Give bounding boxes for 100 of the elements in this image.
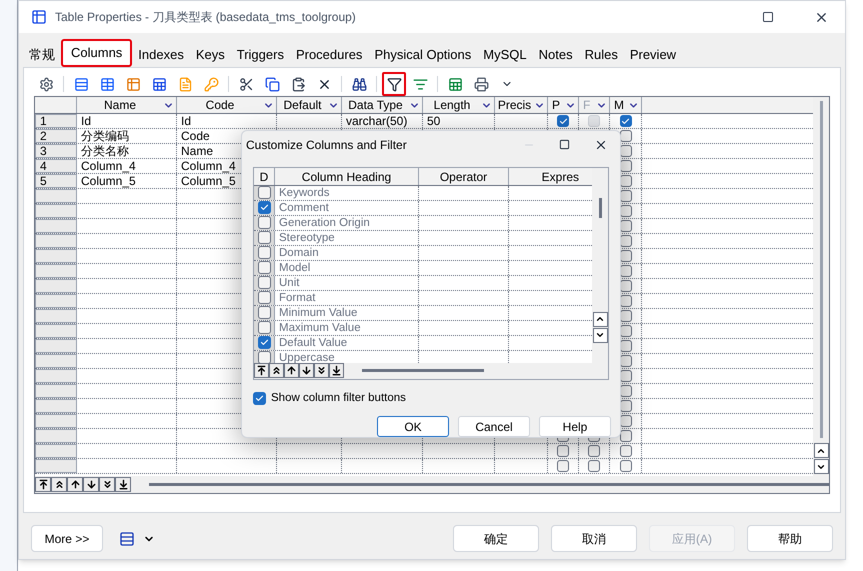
window-title: Table Properties - 刀具类型表 (basedata_tms_toolgroup) (55, 9, 357, 26)
move-bottom-icon (118, 479, 128, 490)
check-icon (621, 116, 630, 126)
find-icon (352, 76, 366, 92)
column-header[interactable]: Length (423, 97, 495, 113)
table-cell: Id (81, 114, 92, 128)
table-icon (152, 76, 166, 92)
table-cell: Column_4 (81, 159, 136, 173)
table-icon (100, 76, 114, 92)
scrollbar[interactable] (362, 369, 484, 372)
move-button[interactable] (115, 477, 131, 492)
checkbox[interactable] (258, 216, 270, 230)
column-header[interactable]: Data Type (342, 97, 423, 113)
row-header[interactable]: 1 (35, 114, 77, 128)
table-cell: Code (181, 129, 210, 143)
checkbox[interactable] (620, 130, 632, 142)
move-up-page-icon (54, 479, 64, 490)
checkbox[interactable] (258, 231, 270, 244)
checkbox[interactable] (557, 115, 569, 127)
dialog-button[interactable]: OK (377, 416, 449, 437)
table-cell: Format (279, 292, 316, 304)
scroll-down-button[interactable] (592, 328, 608, 343)
scroll-down-button[interactable] (814, 459, 828, 474)
check-icon (558, 116, 568, 126)
spreadsheet-icon (448, 76, 462, 92)
checkbox[interactable] (620, 460, 632, 472)
move-button[interactable] (314, 363, 329, 378)
move-button[interactable] (35, 477, 51, 492)
dialog-title: Customize Columns and Filter (246, 136, 408, 154)
move-up-icon (286, 365, 297, 376)
print-icon (474, 76, 488, 92)
layout-icon[interactable] (119, 530, 135, 546)
dialog-button[interactable]: Cancel (458, 416, 530, 437)
column-header[interactable]: Expres (509, 168, 579, 185)
checkbox[interactable] (258, 306, 270, 320)
move-button[interactable] (269, 363, 284, 378)
table-cell: 分类编码 (81, 129, 129, 143)
move-button[interactable] (99, 477, 115, 492)
dialog-button[interactable]: 确定 (453, 525, 539, 552)
table-cell: Minimum Value (279, 306, 358, 319)
column-header[interactable]: Code (177, 97, 277, 113)
row-header[interactable]: 4 (35, 159, 77, 173)
column-header[interactable]: D (254, 168, 275, 185)
more-button[interactable]: More >> (31, 525, 103, 552)
dialog-button[interactable]: 帮助 (747, 525, 833, 552)
checkbox[interactable] (588, 460, 600, 472)
checkbox[interactable] (258, 186, 270, 200)
checkbox[interactable] (258, 321, 270, 334)
move-button[interactable] (254, 363, 269, 378)
move-button[interactable] (284, 363, 299, 378)
checkbox[interactable] (557, 445, 569, 457)
checkbox[interactable] (557, 460, 569, 472)
checkbox[interactable] (258, 336, 270, 350)
move-button[interactable] (83, 477, 99, 492)
column-header[interactable]: Operator (419, 168, 509, 185)
row-header[interactable]: 2 (35, 129, 77, 143)
move-button[interactable] (329, 363, 344, 378)
checkbox[interactable] (258, 351, 270, 363)
toolbar-button[interactable] (382, 72, 406, 96)
cut-icon (238, 76, 254, 92)
checkbox[interactable] (588, 445, 600, 457)
checkbox[interactable] (258, 261, 270, 274)
table-cell: Column_5 (81, 174, 136, 188)
maximize-icon[interactable] (559, 139, 570, 150)
checkbox[interactable] (253, 392, 266, 405)
scrollbar[interactable] (820, 101, 822, 438)
table-cell: Model (279, 262, 310, 274)
dialog-button[interactable]: Help (539, 416, 611, 437)
table-cell: Stereotype (279, 232, 335, 244)
check-icon (260, 338, 268, 348)
column-header[interactable]: Name (77, 97, 177, 113)
column-header[interactable]: Default (277, 97, 342, 113)
table-icon (126, 76, 140, 92)
paste-icon (290, 76, 306, 92)
scroll-up-button[interactable] (592, 312, 608, 327)
row-header[interactable]: 3 (35, 144, 77, 158)
checkbox[interactable] (620, 115, 632, 127)
column-header[interactable]: Precis (495, 97, 548, 113)
dialog-button[interactable]: 取消 (551, 525, 637, 552)
tab[interactable]: Columns (61, 39, 132, 67)
scrollbar[interactable] (149, 483, 829, 486)
column-header[interactable]: M (610, 97, 642, 113)
scrollbar[interactable] (598, 198, 602, 218)
move-button[interactable] (51, 477, 67, 492)
row-header[interactable]: 5 (35, 174, 77, 188)
checkbox[interactable] (258, 276, 270, 290)
scroll-up-button[interactable] (814, 443, 828, 458)
move-button[interactable] (67, 477, 83, 492)
document-icon (178, 76, 192, 92)
checkbox[interactable] (620, 430, 632, 442)
checkbox[interactable] (620, 445, 632, 457)
checkbox[interactable] (258, 246, 270, 260)
column-header[interactable]: P (548, 97, 579, 113)
filter-icon (386, 76, 402, 92)
table-cell: Domain (279, 246, 319, 259)
checkbox[interactable] (258, 201, 270, 214)
column-header[interactable]: Column Heading (275, 168, 419, 185)
checkbox[interactable] (258, 291, 270, 304)
maximize-icon[interactable] (762, 11, 774, 23)
move-button[interactable] (299, 363, 314, 378)
